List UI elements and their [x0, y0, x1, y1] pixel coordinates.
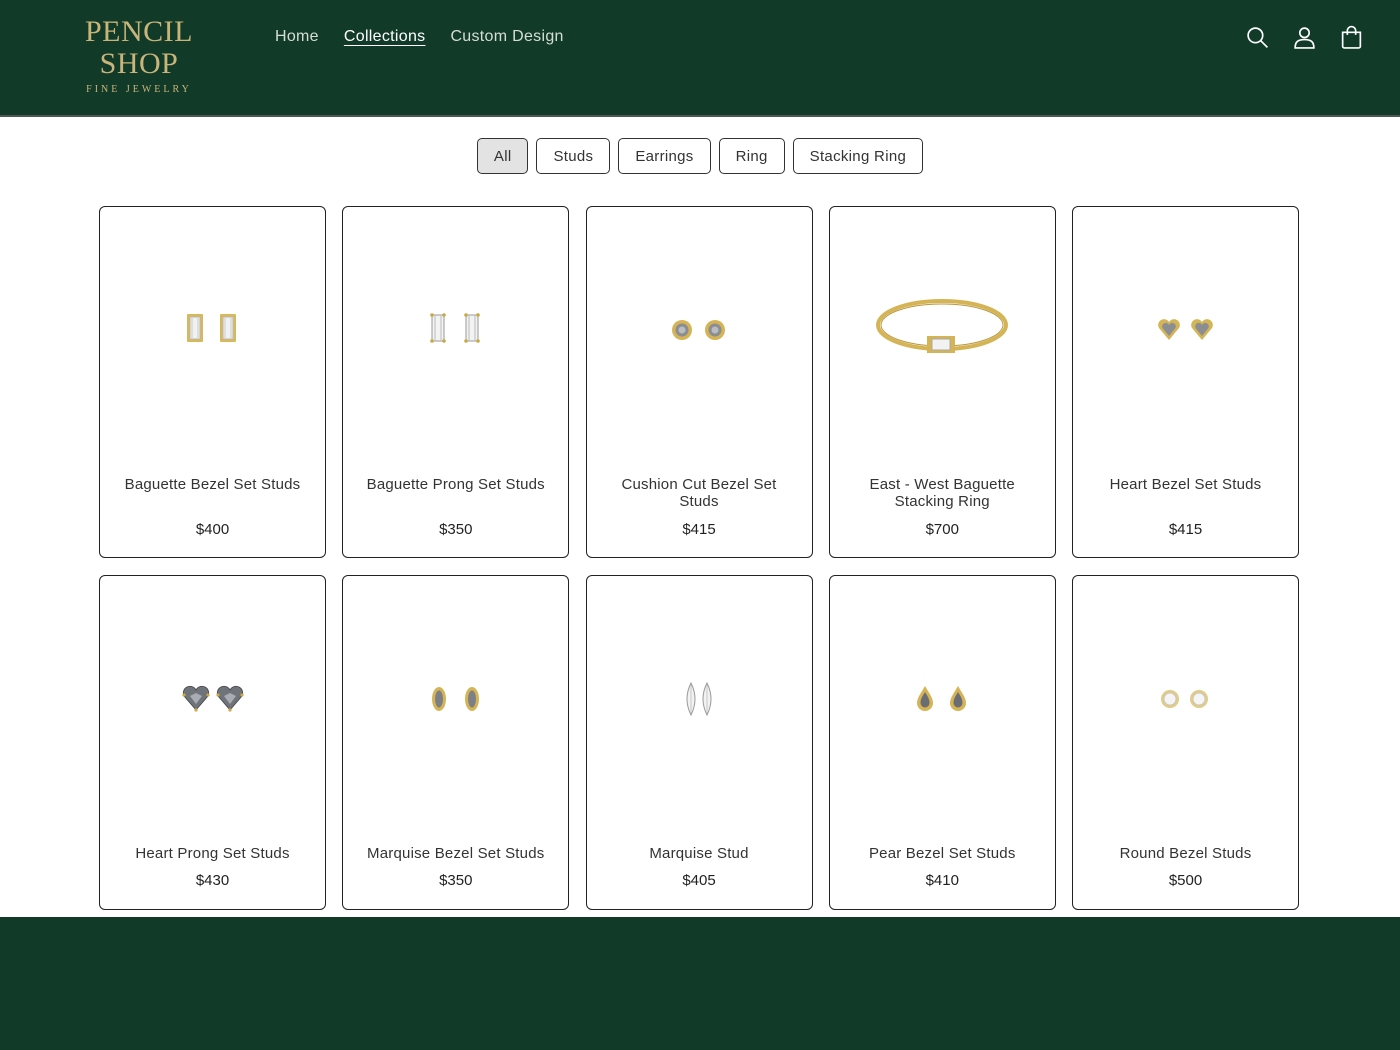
- brand-logo[interactable]: PENCIL SHOP FINE JEWELRY: [44, 15, 234, 96]
- marquise-stud-image: [686, 681, 712, 716]
- product-image: [100, 636, 325, 761]
- product-name: Baguette Prong Set Studs: [366, 476, 545, 493]
- nav-custom-design[interactable]: Custom Design: [450, 28, 563, 46]
- baguette-bezel-studs-image: [186, 313, 236, 342]
- product-name: Baguette Bezel Set Studs: [124, 476, 301, 493]
- product-image: [343, 636, 568, 761]
- nav-home[interactable]: Home: [275, 28, 319, 46]
- product-price: $415: [682, 521, 716, 538]
- product-name: Marquise Bezel Set Studs: [367, 845, 545, 862]
- product-image: [1073, 636, 1298, 761]
- filter-all[interactable]: All: [476, 138, 529, 174]
- product-image: [100, 267, 325, 392]
- header-icons: [1245, 25, 1364, 50]
- product-card[interactable]: Baguette Prong Set Studs $350: [342, 206, 570, 558]
- baguette-prong-studs-image: [429, 312, 480, 343]
- product-image: [587, 267, 812, 392]
- product-card[interactable]: Heart Prong Set Studs $430: [99, 575, 326, 910]
- product-image: [587, 636, 812, 761]
- product-price: $350: [439, 872, 473, 889]
- product-grid: Baguette Bezel Set Studs $400 Baguette P…: [99, 206, 1299, 910]
- main-nav: Home Collections Custom Design: [275, 28, 564, 46]
- heart-bezel-studs-image: [1157, 318, 1213, 340]
- cart-icon[interactable]: [1339, 25, 1364, 50]
- heart-prong-studs-image: [181, 685, 244, 712]
- product-card[interactable]: Cushion Cut Bezel Set Studs $415: [585, 206, 813, 558]
- product-card[interactable]: Marquise Bezel Set Studs $350: [342, 575, 570, 910]
- product-price: $500: [1168, 872, 1203, 889]
- product-image: [830, 267, 1055, 392]
- product-card[interactable]: East - West Baguette Stacking Ring $700: [828, 206, 1056, 558]
- product-name: Cushion Cut Bezel Set Studs: [621, 476, 777, 510]
- product-price: $350: [439, 521, 473, 538]
- round-bezel-studs-image: [1160, 689, 1208, 708]
- product-price: $430: [195, 872, 230, 889]
- product-image: [343, 267, 568, 392]
- account-icon[interactable]: [1292, 25, 1317, 50]
- product-card[interactable]: Heart Bezel Set Studs $415: [1072, 206, 1299, 558]
- nav-collections[interactable]: Collections: [344, 28, 426, 46]
- product-image: [830, 636, 1055, 761]
- product-card[interactable]: Baguette Bezel Set Studs $400: [99, 206, 326, 558]
- product-name: Heart Bezel Set Studs: [1109, 476, 1262, 493]
- logo-title: PENCIL SHOP: [85, 15, 193, 80]
- product-name: Round Bezel Studs: [1119, 845, 1252, 862]
- product-price: $400: [195, 521, 230, 538]
- product-price: $415: [1168, 521, 1203, 538]
- product-name: East - West Baguette Stacking Ring: [869, 476, 1015, 510]
- site-header: PENCIL SHOP FINE JEWELRY Home Collection…: [0, 0, 1400, 117]
- site-footer: [0, 917, 1400, 1050]
- product-price: $700: [925, 521, 959, 538]
- filter-ring[interactable]: Ring: [718, 138, 785, 174]
- stacking-ring-image: [876, 298, 1009, 353]
- search-icon[interactable]: [1245, 25, 1270, 50]
- cushion-bezel-studs-image: [672, 319, 725, 340]
- product-name: Marquise Stud: [649, 845, 749, 862]
- product-card[interactable]: Pear Bezel Set Studs $410: [828, 575, 1056, 910]
- pear-bezel-studs-image: [917, 685, 967, 711]
- product-name: Pear Bezel Set Studs: [868, 845, 1016, 862]
- marquise-bezel-studs-image: [431, 686, 479, 711]
- product-card[interactable]: Marquise Stud $405: [585, 575, 813, 910]
- filter-stacking-ring[interactable]: Stacking Ring: [792, 138, 924, 174]
- product-price: $405: [682, 872, 716, 889]
- product-image: [1073, 267, 1298, 392]
- filter-studs[interactable]: Studs: [536, 138, 611, 174]
- product-name: Heart Prong Set Studs: [135, 845, 290, 862]
- filter-earrings[interactable]: Earrings: [618, 138, 711, 174]
- logo-subtitle: FINE JEWELRY: [86, 84, 192, 95]
- product-card[interactable]: Round Bezel Studs $500: [1072, 575, 1299, 910]
- product-price: $410: [925, 872, 959, 889]
- category-filters: All Studs Earrings Ring Stacking Ring: [0, 138, 1400, 174]
